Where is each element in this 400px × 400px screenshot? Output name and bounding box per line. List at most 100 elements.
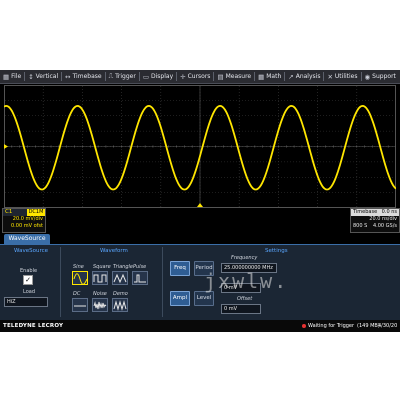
waveform-triangle-button[interactable] [112, 271, 128, 285]
sine-wave-icon [73, 273, 87, 284]
offset-field[interactable]: 0 mV [221, 304, 261, 314]
waveform-option-label: DC [73, 291, 81, 297]
graticule [4, 85, 396, 208]
load-field[interactable]: HiZ [4, 297, 48, 307]
timebase-readout[interactable]: Timebase 0.0 ns 20.0 ns/div 800 S 4.00 GS… [350, 208, 400, 233]
waveform-option-label: Pulse [133, 264, 147, 270]
trigger-status: Waiting for Trigger [302, 320, 354, 332]
timebase-rate: 4.00 GS/s [372, 223, 397, 229]
status-bar: TELEDYNE LECROY Waiting for Trigger (149… [0, 320, 400, 332]
level-button[interactable]: Level [194, 291, 214, 306]
trigger-status-text: Waiting for Trigger [308, 323, 355, 329]
menu-measure[interactable]: ▤ Measure [217, 73, 251, 81]
analysis-icon: ↗ [288, 72, 294, 81]
settings-section-title: Settings [265, 248, 288, 254]
menu-cursors[interactable]: ✛ Cursors [180, 73, 210, 81]
oscilloscope-screen: ▦ File ↕ Vertical ↔ Timebase ⎍ Trigger ▭ Display ✛… [0, 70, 400, 332]
menu-separator [61, 72, 63, 81]
menu-separator [104, 72, 106, 81]
trigger-icon: ⎍ [108, 72, 114, 80]
waveform-pulse-button[interactable] [132, 271, 148, 285]
offset-label: Offset [237, 296, 253, 302]
menu-bar: ▦ File ↕ Vertical ↔ Timebase ⎍ Trigger ▭ Display ✛… [0, 70, 400, 84]
waveform-demo-button[interactable] [112, 298, 128, 312]
waveform-option-label: Demo [113, 291, 128, 297]
ch1-label: C1 [3, 209, 27, 216]
clock: 4/30/20 [378, 323, 398, 329]
waveform-noise-button[interactable] [92, 298, 108, 312]
menu-separator [138, 72, 140, 81]
menu-separator [323, 72, 325, 81]
menu-label: File [11, 73, 22, 80]
ampl-button[interactable]: Ampl [170, 291, 190, 306]
timebase-samples: 800 S [353, 223, 368, 229]
triangle-wave-icon [113, 273, 127, 284]
dc-wave-icon [74, 305, 86, 307]
utilities-icon: ✕ [327, 72, 333, 81]
ch1-coupling: DC1M [27, 209, 45, 216]
menu-separator [360, 72, 362, 81]
menu-label: Utilities [334, 73, 358, 80]
timebase-label: Timebase [353, 209, 378, 215]
status-dot-icon [302, 324, 306, 328]
menu-separator [176, 72, 178, 81]
menu-timebase[interactable]: ↔ Timebase [65, 73, 101, 81]
menu-support[interactable]: ◉ Support [365, 73, 396, 81]
waveform-square-button[interactable] [92, 271, 108, 285]
square-wave-icon [93, 274, 107, 283]
load-label: Load [23, 289, 35, 295]
brand-logo: TELEDYNE LECROY [3, 323, 64, 329]
menu-trigger[interactable]: ⎍ Trigger [109, 72, 136, 81]
vertical-icon: ↕ [28, 72, 34, 81]
timebase-icon: ↔ [65, 72, 71, 81]
menu-math[interactable]: ▦ Math [258, 73, 281, 81]
file-icon: ▦ [3, 72, 10, 81]
timebase-delay: 0.0 ns [381, 209, 397, 215]
menu-label: Math [266, 73, 282, 80]
freq-button[interactable]: Freq [170, 261, 190, 276]
frequency-label: Frequency [231, 255, 258, 261]
ch1-offset: 0.00 mV ofst [11, 223, 43, 229]
waveform-sine-button[interactable] [72, 271, 88, 285]
menu-label: Measure [225, 73, 252, 80]
menu-label: Analysis [295, 73, 321, 80]
wavesource-section-title: WaveSource [14, 248, 48, 254]
demo-wave-icon [113, 300, 127, 311]
waveform-option-label: Sine [73, 264, 84, 270]
menu-label: Cursors [187, 73, 211, 80]
menu-separator [254, 72, 256, 81]
menu-utilities[interactable]: ✕ Utilities [327, 73, 357, 81]
menu-file[interactable]: ▦ File [3, 73, 21, 81]
support-icon: ◉ [364, 72, 371, 81]
noise-wave-icon [93, 301, 107, 310]
menu-label: Support [372, 73, 396, 80]
waveform-section-title: Waveform [100, 248, 128, 254]
display-icon: ▭ [142, 72, 149, 81]
menu-separator [24, 72, 26, 81]
menu-display[interactable]: ▭ Display [143, 73, 173, 81]
pulse-wave-icon [134, 274, 146, 283]
timebase-scale: 20.0 ns/div [369, 216, 397, 222]
waveform-option-label: Triangle [113, 264, 133, 270]
menu-label: Display [151, 73, 174, 80]
menu-label: Vertical [35, 73, 59, 80]
menu-vertical[interactable]: ↕ Vertical [28, 73, 58, 81]
wavesource-dialog: WaveSource Enable ✓ Load HiZ Waveform Si… [0, 244, 400, 321]
menu-analysis[interactable]: ↗ Analysis [288, 73, 320, 81]
menu-label: Trigger [115, 73, 136, 80]
waveform-dc-button[interactable] [72, 298, 88, 312]
enable-checkbox[interactable]: ✓ [23, 275, 33, 285]
menu-separator [284, 72, 286, 81]
waveform-option-label: Square [93, 264, 111, 270]
measure-icon: ▤ [217, 72, 224, 81]
tab-wavesource[interactable]: WaveSource [4, 234, 50, 244]
math-icon: ▦ [258, 72, 265, 81]
memory-usage: (149 MB) [357, 323, 380, 329]
section-divider [162, 247, 163, 317]
watermark: jxwlw. [204, 269, 289, 293]
section-divider [60, 247, 61, 317]
menu-separator [213, 72, 215, 81]
trigger-marker-icon [197, 203, 203, 207]
ch1-readout[interactable]: C1 DC1M 20.0 mV/div 0.00 mV ofst [2, 208, 46, 233]
cursors-icon: ✛ [180, 72, 186, 81]
